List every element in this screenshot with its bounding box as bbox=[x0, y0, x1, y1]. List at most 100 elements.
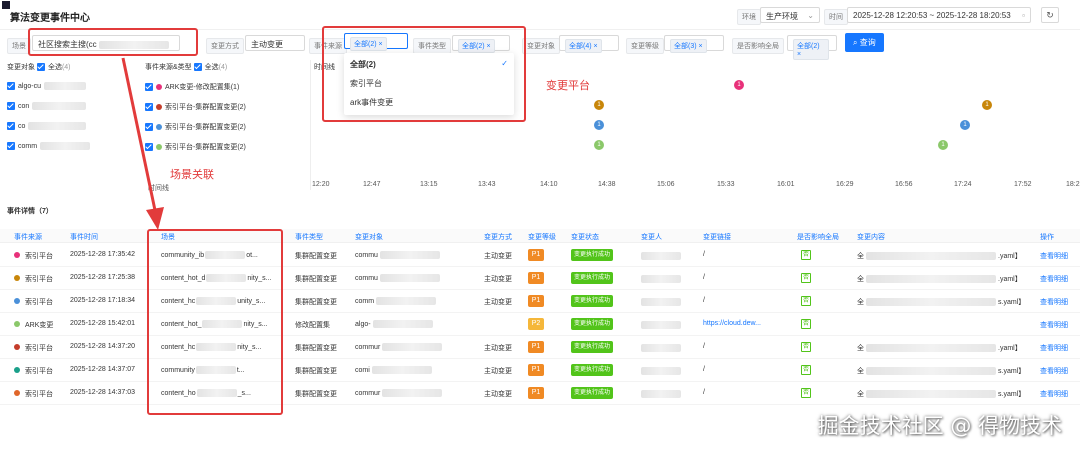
cell-content: 全 .yaml】 bbox=[857, 343, 1022, 353]
object-checkbox[interactable] bbox=[7, 82, 15, 90]
change-object-tag[interactable]: 全部(4) × bbox=[565, 39, 602, 53]
source-label: 索引平台-集群配置变更(2) bbox=[165, 124, 246, 131]
cell-source: 索引平台 bbox=[25, 299, 53, 306]
annotation-platform: 变更平台 bbox=[546, 80, 590, 92]
timeline-event-node[interactable]: 1 bbox=[982, 100, 992, 110]
object-list-item[interactable]: co bbox=[7, 122, 87, 130]
cell-content-text: 全 bbox=[857, 253, 864, 260]
timeline-tick-label: 16:56 bbox=[895, 181, 913, 188]
column-header[interactable]: 变更人 bbox=[641, 232, 662, 242]
env-select[interactable]: 生产环境 ⌄ bbox=[760, 7, 820, 23]
select-all-sources-checkbox[interactable] bbox=[193, 63, 202, 72]
change-object-select[interactable]: 全部(4) × bbox=[559, 35, 619, 53]
redacted-text bbox=[866, 344, 996, 353]
time-label: 时间 bbox=[824, 9, 848, 25]
redacted-text bbox=[40, 142, 91, 150]
timeline-event-node[interactable]: 1 bbox=[938, 140, 948, 150]
time-range-input[interactable]: 2025-12-28 12:20:53 ~ 2025-12-28 18:20:5… bbox=[847, 7, 1031, 23]
cell-content: 全 .yaml】 bbox=[857, 274, 1022, 284]
view-detail-link[interactable]: 查看明细 bbox=[1040, 297, 1068, 307]
view-detail-link[interactable]: 查看明细 bbox=[1040, 389, 1068, 399]
annotation-box-platform bbox=[322, 26, 526, 122]
change-object-tag-label: 全部(4) bbox=[569, 43, 592, 50]
column-header[interactable]: 变更等级 bbox=[528, 232, 556, 242]
status-badge: 变更执行成功 bbox=[571, 249, 614, 261]
change-level-tag[interactable]: 全部(3) × bbox=[670, 39, 707, 53]
global-select[interactable]: 全部(2) × bbox=[787, 35, 837, 60]
query-button[interactable]: ⌕ 查询 bbox=[845, 33, 884, 52]
object-checkbox[interactable] bbox=[7, 102, 15, 110]
source-color-dot bbox=[14, 390, 20, 396]
cell-content-tail: s.yaml】 bbox=[998, 391, 1026, 398]
cell-content: 全 s.yaml】 bbox=[857, 366, 1025, 376]
object-list-item[interactable]: algo-cu bbox=[7, 82, 86, 90]
view-detail-link[interactable]: 查看明细 bbox=[1040, 343, 1068, 353]
object-checkbox[interactable] bbox=[7, 142, 15, 150]
view-detail-link[interactable]: 查看明细 bbox=[1040, 274, 1068, 284]
column-header[interactable]: 变更内容 bbox=[857, 232, 885, 242]
redacted-text bbox=[28, 122, 87, 130]
cell-time: 2025-12-28 17:25:38 bbox=[70, 274, 135, 281]
object-header-label: 变更对象 bbox=[7, 64, 35, 71]
change-mode-select[interactable]: 主动变更 bbox=[245, 35, 305, 51]
search-icon: ⌕ bbox=[853, 38, 860, 47]
timeline-event-node[interactable]: 1 bbox=[594, 100, 604, 110]
cell-content: 全 .yaml】 bbox=[857, 251, 1022, 261]
status-badge: 变更执行成功 bbox=[571, 364, 614, 376]
column-header[interactable]: 操作 bbox=[1040, 232, 1054, 242]
level-badge: P1 bbox=[528, 295, 544, 307]
cell-source: 索引平台 bbox=[25, 368, 53, 375]
global-badge: 否 bbox=[801, 273, 811, 283]
source-color-dot bbox=[14, 275, 20, 281]
column-header[interactable]: 变更状态 bbox=[571, 232, 599, 242]
object-list-item[interactable]: con bbox=[7, 102, 87, 110]
object-checkbox[interactable] bbox=[7, 122, 15, 130]
cell-type: 集群配置变更 bbox=[295, 276, 337, 283]
global-badge: 否 bbox=[801, 365, 811, 375]
change-level-select[interactable]: 全部(3) × bbox=[664, 35, 724, 53]
cell-object: commur bbox=[355, 389, 443, 397]
cell-time: 2025-12-28 17:35:42 bbox=[70, 251, 135, 258]
column-header[interactable]: 事件来源 bbox=[14, 232, 42, 242]
select-all-objects-checkbox[interactable] bbox=[36, 63, 45, 72]
change-level-tag-label: 全部(3) bbox=[674, 43, 697, 50]
redacted-text bbox=[866, 275, 996, 284]
cell-link: / bbox=[703, 389, 705, 396]
select-all-label: 全选 bbox=[47, 64, 62, 71]
column-header[interactable]: 事件时间 bbox=[70, 232, 98, 242]
change-object-label: 变更对象 bbox=[522, 38, 560, 54]
cell-time: 2025-12-28 17:18:34 bbox=[70, 297, 135, 304]
annotation-arrow bbox=[121, 57, 164, 230]
timeline-tick-label: 16:29 bbox=[836, 181, 854, 188]
refresh-icon[interactable]: ↻ bbox=[1041, 7, 1059, 23]
redacted-text bbox=[382, 389, 443, 397]
timeline-event-node[interactable]: 1 bbox=[594, 140, 604, 150]
page-title: 算法变更事件中心 bbox=[10, 13, 90, 24]
cell-type: 集群配置变更 bbox=[295, 299, 337, 306]
env-label: 环境 bbox=[737, 9, 761, 25]
global-tag[interactable]: 全部(2) × bbox=[793, 39, 829, 60]
cell-link[interactable]: https://cloud.dew... bbox=[703, 320, 761, 327]
column-header[interactable]: 变更链接 bbox=[703, 232, 731, 242]
cell-link: / bbox=[703, 251, 705, 258]
column-header[interactable]: 事件类型 bbox=[295, 232, 323, 242]
timeline-tick-label: 13:43 bbox=[478, 181, 496, 188]
redacted-text bbox=[32, 102, 87, 110]
timeline-event-node[interactable]: 1 bbox=[960, 120, 970, 130]
annotation-scene: 场景关联 bbox=[170, 169, 214, 181]
column-header[interactable]: 变更方式 bbox=[484, 232, 512, 242]
cell-object: algo- bbox=[355, 320, 433, 328]
view-detail-link[interactable]: 查看明细 bbox=[1040, 366, 1068, 376]
cell-content-tail: s.yaml】 bbox=[998, 368, 1026, 375]
menu-icon[interactable] bbox=[2, 1, 10, 9]
column-header[interactable]: 变更对象 bbox=[355, 232, 383, 242]
object-list-item[interactable]: comm bbox=[7, 142, 91, 150]
timeline-event-node[interactable]: 1 bbox=[594, 120, 604, 130]
view-detail-link[interactable]: 查看明细 bbox=[1040, 320, 1068, 330]
cell-type: 集群配置变更 bbox=[295, 345, 337, 352]
view-detail-link[interactable]: 查看明细 bbox=[1040, 251, 1068, 261]
cell-object-text: commu bbox=[355, 251, 378, 259]
timeline-event-node[interactable]: 1 bbox=[734, 80, 744, 90]
column-header[interactable]: 是否影响全局 bbox=[797, 232, 839, 242]
level-badge: P2 bbox=[528, 318, 544, 330]
